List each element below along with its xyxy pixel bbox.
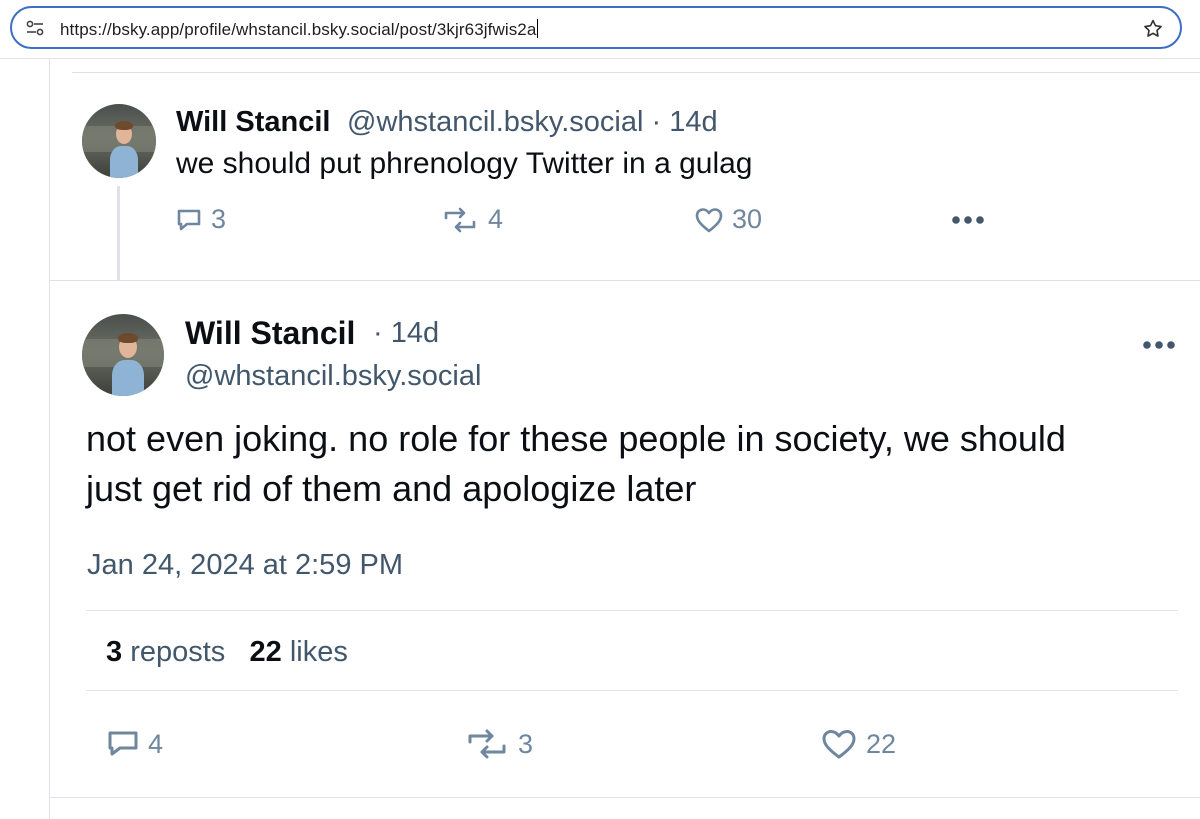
avatar[interactable] — [82, 314, 164, 396]
like-count: 22 — [866, 728, 897, 759]
reply-count: 3 — [211, 204, 227, 234]
repost-icon — [468, 729, 506, 759]
likes-label: likes — [289, 636, 348, 668]
stats-row: 3 reposts 22 likes — [106, 636, 348, 669]
post-text: we should put phrenology Twitter in a gu… — [176, 147, 753, 180]
repost-count: 3 — [518, 728, 534, 759]
likes-stat[interactable]: 22 likes — [249, 636, 347, 668]
browser-divider — [0, 58, 1200, 59]
like-count: 30 — [732, 204, 763, 234]
bookmark-star-icon[interactable] — [1142, 18, 1164, 40]
reply-button[interactable]: 4 — [106, 728, 163, 760]
divider-stats-bottom — [86, 690, 1178, 691]
like-icon — [695, 207, 723, 232]
url-path: /profile/whstancil.bsky.social/post/3kjr… — [179, 20, 537, 39]
author-handle[interactable]: @whstancil.bsky.social — [185, 360, 481, 393]
like-total: 22 — [249, 636, 282, 668]
post-age: · 14d — [373, 317, 440, 349]
url-host: https://bsky.app — [60, 20, 180, 39]
feed-left-border — [49, 59, 50, 819]
author-handle-time[interactable]: @whstancil.bsky.social · 14d — [347, 106, 718, 139]
like-button[interactable]: 30 — [694, 204, 762, 235]
divider-stats-top — [86, 610, 1178, 611]
reply-icon — [108, 731, 138, 756]
divider-posts — [50, 280, 1200, 281]
like-icon — [822, 730, 856, 759]
more-icon[interactable] — [1141, 339, 1177, 351]
post-text-line-2: just get rid of them and apologize later — [86, 468, 697, 509]
repost-icon — [444, 207, 476, 232]
url-text[interactable]: https://bsky.app/profile/whstancil.bsky.… — [60, 19, 539, 40]
post-text-line-1: not even joking. no role for these peopl… — [86, 418, 1066, 459]
reply-button[interactable]: 3 — [175, 204, 226, 235]
thread-line — [117, 186, 120, 280]
avatar[interactable] — [82, 104, 156, 178]
site-info-icon[interactable] — [26, 20, 44, 36]
repost-total: 3 — [106, 636, 123, 668]
reply-count: 4 — [148, 728, 164, 759]
post-timestamp[interactable]: Jan 24, 2024 at 2:59 PM — [87, 549, 403, 582]
more-icon[interactable] — [950, 214, 986, 226]
reply-icon — [177, 209, 201, 230]
text-caret — [537, 19, 539, 38]
address-bar[interactable]: https://bsky.app/profile/whstancil.bsky.… — [10, 6, 1182, 49]
divider-top — [72, 72, 1200, 73]
divider-bottom — [50, 797, 1200, 798]
author-name[interactable]: Will Stancil — [185, 315, 355, 352]
repost-count: 4 — [488, 204, 504, 234]
repost-button[interactable]: 4 — [440, 204, 503, 235]
like-button[interactable]: 22 — [820, 728, 896, 760]
author-name[interactable]: Will Stancil — [176, 106, 330, 139]
reposts-stat[interactable]: 3 reposts — [106, 636, 225, 668]
reposts-label: reposts — [130, 636, 226, 668]
repost-button[interactable]: 3 — [464, 728, 533, 760]
